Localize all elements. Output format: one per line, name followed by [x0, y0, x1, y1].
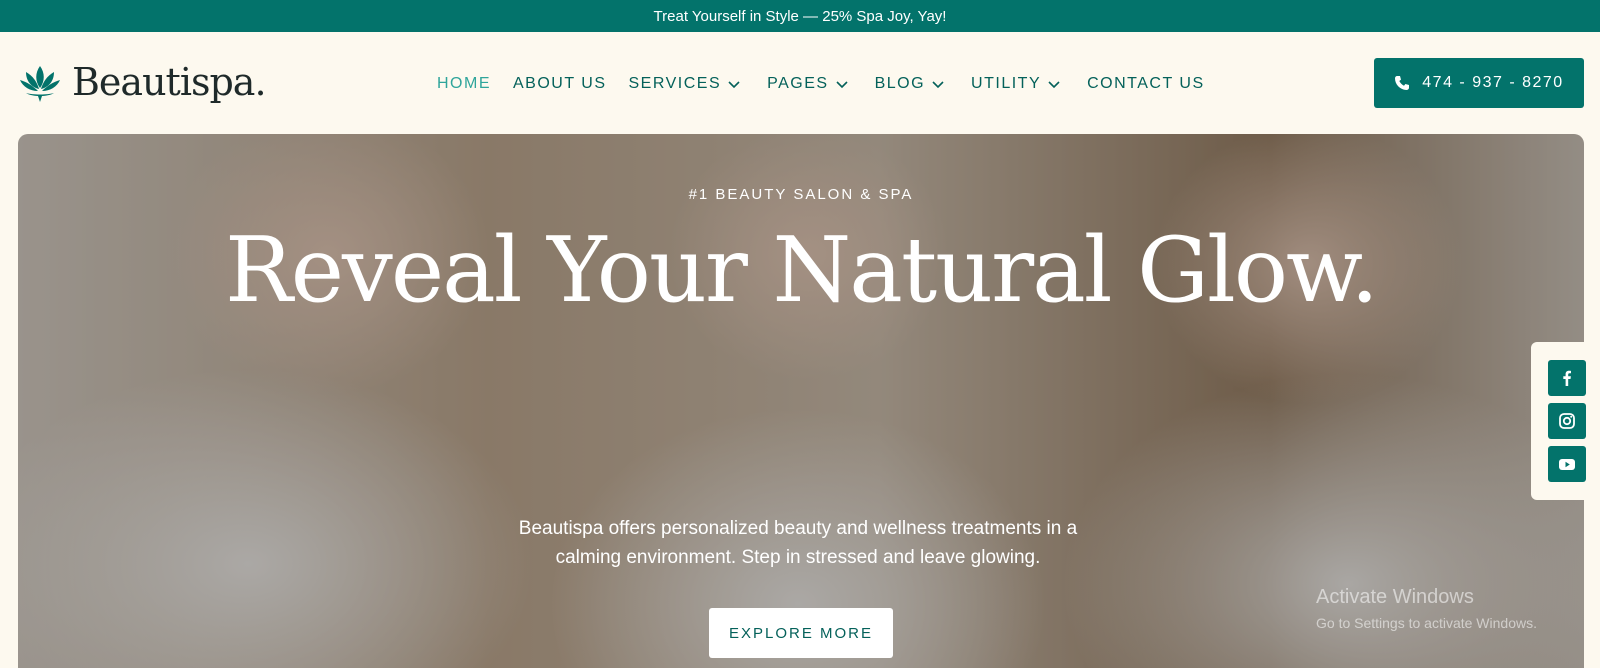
- chevron-down-icon: [1048, 81, 1060, 89]
- nav-utility[interactable]: UTILITY: [971, 75, 1065, 93]
- youtube-icon: [1559, 459, 1575, 470]
- nav-home[interactable]: HOME: [437, 75, 491, 93]
- nav-pages[interactable]: PAGES: [767, 75, 852, 93]
- chevron-down-icon: [932, 81, 944, 89]
- hero-description: Beautispa offers personalized beauty and…: [518, 518, 1078, 568]
- main-nav: HOME ABOUT US SERVICES PAGES BLOG UTILIT…: [437, 70, 1227, 98]
- watermark-subtitle: Go to Settings to activate Windows.: [1316, 615, 1537, 631]
- nav-about-us[interactable]: ABOUT US: [513, 75, 607, 93]
- youtube-link[interactable]: [1548, 446, 1586, 482]
- watermark-title: Activate Windows: [1316, 586, 1474, 608]
- lotus-icon: [20, 66, 60, 102]
- activate-windows-watermark: Activate Windows Go to Settings to activ…: [1316, 586, 1537, 631]
- explore-more-button[interactable]: EXPLORE MORE: [709, 608, 893, 658]
- instagram-icon: [1559, 413, 1575, 429]
- hero-eyebrow: #1 BEAUTY SALON & SPA: [688, 186, 914, 203]
- nav-services[interactable]: SERVICES: [629, 75, 746, 93]
- site-header: Beautispa. HOME ABOUT US SERVICES PAGES …: [0, 32, 1600, 133]
- nav-blog[interactable]: BLOG: [875, 75, 949, 93]
- logo[interactable]: Beautispa.: [18, 60, 267, 104]
- hero-headline: Reveal Your Natural Glow.: [225, 218, 1379, 323]
- phone-icon: [1395, 76, 1410, 90]
- instagram-link[interactable]: [1548, 403, 1586, 439]
- phone-number: 474 - 937 - 8270: [1422, 74, 1564, 91]
- brand-name: Beautispa.: [72, 60, 267, 104]
- promo-bar: Treat Yourself in Style — 25% Spa Joy, Y…: [0, 0, 1600, 32]
- facebook-icon: [1563, 370, 1571, 386]
- facebook-link[interactable]: [1548, 360, 1586, 396]
- promo-text: Treat Yourself in Style — 25% Spa Joy, Y…: [653, 7, 947, 25]
- phone-button[interactable]: 474 - 937 - 8270: [1374, 58, 1584, 108]
- chevron-down-icon: [728, 81, 740, 89]
- chevron-down-icon: [836, 81, 848, 89]
- social-sidebar: [1531, 342, 1600, 500]
- nav-contact-us[interactable]: CONTACT US: [1087, 75, 1205, 93]
